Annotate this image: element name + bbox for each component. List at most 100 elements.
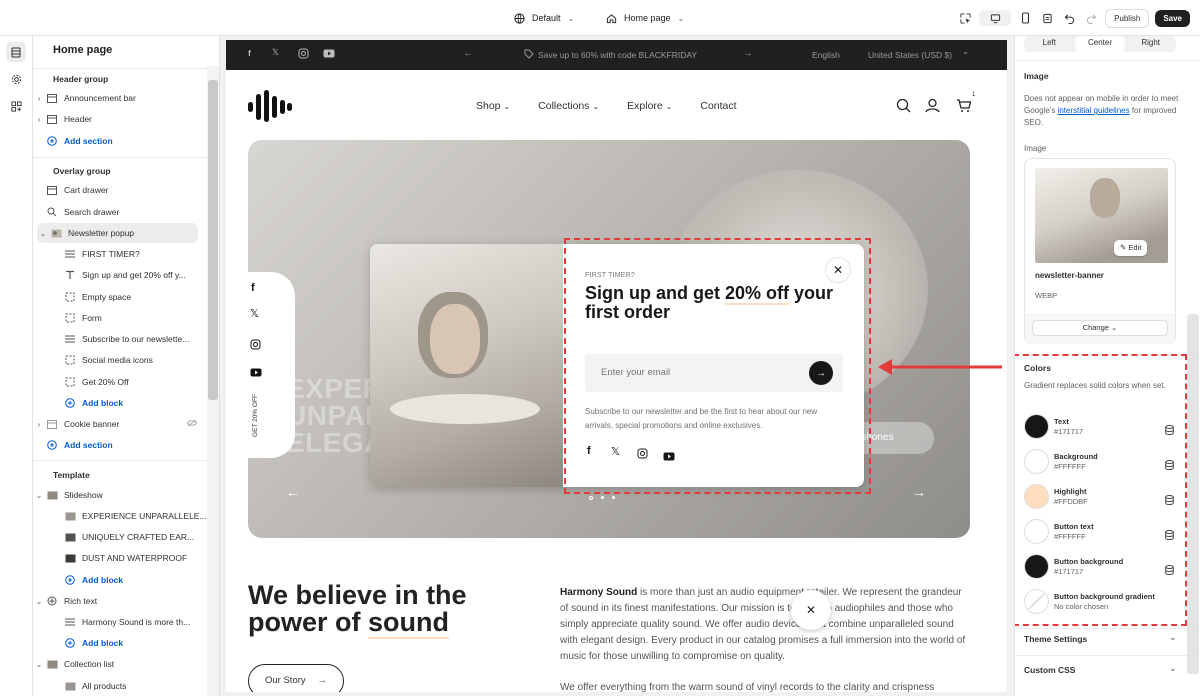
block-empty-space[interactable]: Empty space bbox=[33, 287, 207, 307]
apps-icon[interactable] bbox=[6, 96, 26, 116]
align-right-option[interactable]: Right bbox=[1125, 36, 1176, 52]
align-center-option[interactable]: Center bbox=[1074, 36, 1126, 52]
image-picker: ✎ Edit newsletter-banner WEBP Change ⌄ bbox=[1024, 158, 1176, 344]
block-slide-1[interactable]: EXPERIENCE UNPARALLELE... bbox=[33, 506, 207, 526]
chevron-right-icon[interactable]: › bbox=[33, 115, 45, 124]
block-harmony-text[interactable]: Harmony Sound is more th... bbox=[33, 612, 207, 632]
chevron-down-icon[interactable]: ⌄ bbox=[33, 491, 45, 500]
get-20-off-tab[interactable]: GET 20% OFF bbox=[252, 394, 259, 437]
floating-social-bar: f 𝕏 GET 20% OFF bbox=[248, 272, 295, 458]
redo-icon[interactable] bbox=[1083, 10, 1099, 26]
hidden-eye-icon[interactable] bbox=[186, 419, 198, 429]
highlight-box-colors bbox=[1015, 354, 1187, 626]
account-icon[interactable] bbox=[925, 98, 940, 118]
chevron-right-icon[interactable]: › bbox=[33, 420, 45, 429]
heading-icon bbox=[63, 269, 77, 281]
interstitial-guidelines-link[interactable]: interstitial guidelines bbox=[1058, 106, 1130, 115]
arrow-left-icon[interactable]: ← bbox=[286, 484, 300, 500]
section-cart-drawer[interactable]: Cart drawer bbox=[33, 180, 207, 200]
facebook-icon[interactable]: f bbox=[248, 48, 251, 58]
sections-icon[interactable] bbox=[6, 42, 26, 62]
device-mobile-icon[interactable] bbox=[1017, 10, 1033, 26]
add-block-button[interactable]: Add block bbox=[33, 570, 207, 590]
search-icon[interactable] bbox=[896, 98, 911, 118]
slide-icon bbox=[63, 510, 77, 522]
nav-collections[interactable]: Collections ⌄ bbox=[538, 100, 599, 112]
publish-button[interactable]: Publish bbox=[1105, 8, 1150, 28]
section-header[interactable]: › Header bbox=[33, 109, 207, 129]
add-block-button[interactable]: Add block bbox=[33, 393, 207, 413]
our-story-button[interactable]: Our Story → bbox=[248, 664, 344, 692]
image-thumbnail[interactable] bbox=[1035, 168, 1168, 263]
youtube-icon[interactable] bbox=[250, 364, 262, 382]
section-announcement-bar[interactable]: › Announcement bar bbox=[33, 88, 207, 108]
logo-icon[interactable] bbox=[248, 90, 292, 122]
arrow-left-icon[interactable]: ← bbox=[464, 48, 473, 58]
undo-icon[interactable] bbox=[1061, 10, 1077, 26]
block-get-20-off[interactable]: Get 20% Off bbox=[33, 372, 207, 392]
theme-selector[interactable]: Default ⌄ bbox=[514, 0, 574, 36]
chevron-right-icon[interactable]: › bbox=[33, 94, 45, 103]
block-form[interactable]: Form bbox=[33, 308, 207, 328]
image-change-button[interactable]: Change ⌄ bbox=[1032, 320, 1168, 336]
x-icon[interactable]: 𝕏 bbox=[250, 307, 259, 320]
sidebar-scrollbar[interactable] bbox=[207, 66, 219, 696]
chevron-down-icon[interactable]: ⌄ bbox=[33, 597, 45, 606]
nav-contact[interactable]: Contact bbox=[700, 100, 736, 112]
image-field-label: Image bbox=[1024, 144, 1047, 153]
inspector-icon[interactable] bbox=[957, 10, 973, 26]
align-left-option[interactable]: Left bbox=[1024, 36, 1075, 52]
section-collection-list[interactable]: ⌄ Collection list bbox=[33, 654, 207, 674]
chevron-down-icon[interactable]: ⌄ bbox=[37, 229, 49, 238]
announcement-text: Save up to 60% with code BLACKFRIDAY bbox=[538, 50, 698, 60]
image-edit-button[interactable]: ✎ Edit bbox=[1114, 240, 1148, 256]
x-icon[interactable]: 𝕏 bbox=[272, 47, 279, 58]
gear-icon[interactable] bbox=[6, 69, 26, 89]
save-button[interactable]: Save bbox=[1155, 9, 1190, 27]
chevron-down-icon: ⌄ bbox=[567, 13, 575, 23]
custom-css-toggle[interactable]: Custom CSS bbox=[1024, 665, 1075, 675]
theme-settings-toggle[interactable]: Theme Settings bbox=[1024, 634, 1087, 644]
chevron-down-icon[interactable]: ⌄ bbox=[33, 660, 45, 669]
currency-selector[interactable]: United States (USD $) bbox=[868, 50, 952, 60]
youtube-icon[interactable] bbox=[323, 49, 335, 60]
device-desktop-icon[interactable] bbox=[979, 10, 1012, 26]
instagram-icon[interactable] bbox=[250, 337, 261, 355]
form-icon bbox=[63, 312, 77, 324]
arrow-right-icon[interactable]: → bbox=[744, 48, 753, 58]
scrollbar-thumb[interactable] bbox=[208, 80, 218, 400]
slide-dots[interactable] bbox=[589, 496, 615, 500]
block-first-timer[interactable]: FIRST TIMER? bbox=[33, 244, 207, 264]
chevron-down-icon[interactable]: ⌄ bbox=[1169, 632, 1177, 643]
block-slide-2[interactable]: UNIQUELY CRAFTED EAR... bbox=[33, 527, 207, 547]
block-subscribe-text[interactable]: Subscribe to our newslette... bbox=[33, 329, 207, 349]
add-section-button[interactable]: Add section bbox=[33, 131, 207, 151]
fullscreen-icon[interactable] bbox=[1039, 10, 1055, 26]
sidebar-title: Home page bbox=[53, 44, 113, 56]
add-section-button[interactable]: Add section bbox=[33, 435, 207, 455]
block-social-icons[interactable]: Social media icons bbox=[33, 350, 207, 370]
language-selector[interactable]: English bbox=[812, 50, 840, 60]
block-sign-up-heading[interactable]: Sign up and get 20% off y... bbox=[33, 265, 207, 285]
arrow-right-icon[interactable]: → bbox=[912, 484, 926, 500]
chevron-down-icon[interactable]: ⌄ bbox=[1169, 663, 1177, 674]
cart-icon[interactable] bbox=[956, 98, 972, 118]
section-cookie-banner[interactable]: › Cookie banner bbox=[33, 414, 207, 434]
instagram-icon[interactable] bbox=[298, 48, 309, 61]
nav-explore[interactable]: Explore ⌄ bbox=[627, 100, 672, 112]
block-all-products[interactable]: All products bbox=[33, 676, 207, 696]
nav-shop[interactable]: Shop ⌄ bbox=[476, 100, 510, 112]
divider bbox=[1015, 655, 1200, 656]
group-label-header: Header group bbox=[53, 74, 109, 84]
facebook-icon[interactable]: f bbox=[251, 282, 255, 294]
add-block-button[interactable]: Add block bbox=[33, 633, 207, 653]
floating-close-button[interactable]: ✕ bbox=[791, 590, 831, 630]
group-label-template: Template bbox=[53, 470, 90, 480]
section-newsletter-popup[interactable]: ⌄ Newsletter popup bbox=[37, 223, 198, 243]
page-selector[interactable]: Home page ⌄ bbox=[606, 0, 684, 36]
section-rich-text[interactable]: ⌄ Rich text bbox=[33, 591, 207, 611]
block-slide-3[interactable]: DUST AND WATERPROOF bbox=[33, 548, 207, 568]
section-slideshow[interactable]: ⌄ Slideshow bbox=[33, 485, 207, 505]
panel-scrollbar-thumb[interactable] bbox=[1187, 314, 1199, 674]
section-search-drawer[interactable]: Search drawer bbox=[33, 202, 207, 222]
